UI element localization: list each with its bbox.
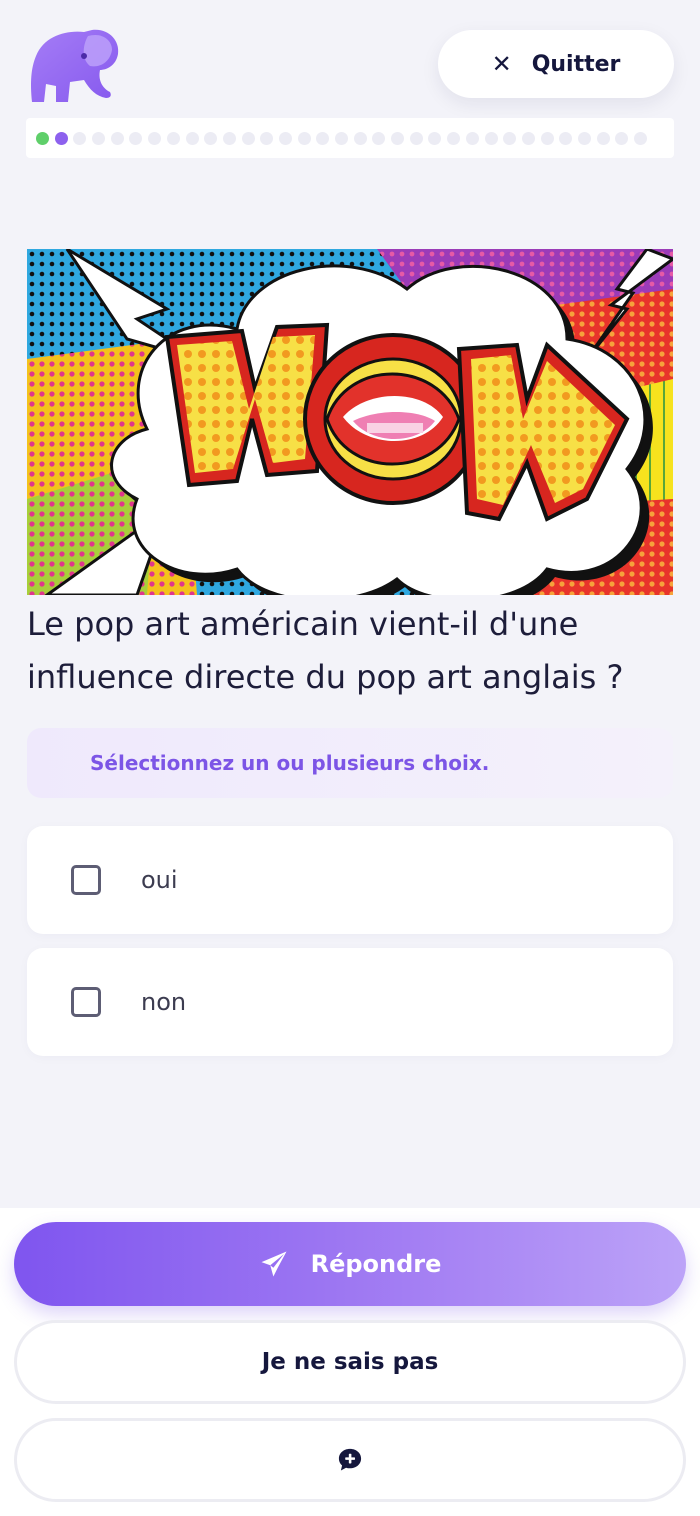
answer-option-label: non: [141, 988, 187, 1016]
add-comment-button[interactable]: [14, 1418, 686, 1502]
comment-add-icon: [338, 1448, 362, 1471]
progress-dot: [353, 131, 367, 145]
progress-dot: [92, 131, 106, 145]
progress-dot: [540, 131, 554, 145]
progress-dot: [166, 131, 180, 145]
answer-option-label: oui: [141, 866, 178, 894]
question-text: Le pop art américain vient-il d'une infl…: [27, 605, 624, 696]
elephant-logo-icon: [31, 29, 119, 102]
progress-dot: [372, 131, 386, 145]
progress-dot-done: [36, 131, 49, 145]
answer-button-label: Répondre: [310, 1250, 442, 1278]
progress-dot: [484, 131, 498, 145]
progress-dot: [73, 131, 87, 145]
answer-button[interactable]: Répondre: [14, 1222, 686, 1306]
question-image: [27, 249, 673, 595]
progress-dot: [129, 131, 143, 145]
checkbox[interactable]: [71, 865, 101, 895]
progress-dot: [316, 131, 330, 145]
progress-dot: [185, 131, 199, 145]
progress-dot: [447, 131, 461, 145]
progress-bar: [26, 118, 674, 158]
answer-option-non[interactable]: non: [27, 948, 673, 1056]
selection-hint: Sélectionnez un ou plusieurs choix.: [27, 728, 673, 798]
progress-dot: [260, 131, 274, 145]
quit-button[interactable]: ✕ Quitter: [438, 30, 674, 98]
progress-dot: [559, 131, 573, 145]
progress-dot: [409, 131, 423, 145]
progress-dot: [110, 131, 124, 145]
dont-know-button[interactable]: Je ne sais pas: [14, 1320, 686, 1404]
progress-dot: [577, 131, 591, 145]
progress-dot: [503, 131, 517, 145]
progress-dot: [278, 131, 292, 145]
progress-dot: [521, 131, 535, 145]
close-icon: ✕: [491, 50, 512, 78]
progress-dot: [391, 131, 405, 145]
progress-dot: [297, 131, 311, 145]
progress-dot: [596, 131, 610, 145]
progress-dot: [634, 131, 647, 145]
checkbox[interactable]: [71, 987, 101, 1017]
progress-dot: [204, 131, 218, 145]
progress-dot: [241, 131, 255, 145]
progress-dot-current: [54, 131, 68, 145]
progress-dot: [222, 131, 236, 145]
quit-button-label: Quitter: [531, 51, 621, 77]
paper-plane-icon: [261, 1251, 287, 1277]
progress-dot: [428, 131, 442, 145]
answer-option-oui[interactable]: oui: [27, 826, 673, 934]
progress-dot: [335, 131, 348, 145]
header: ✕ Quitter: [0, 0, 700, 170]
dont-know-button-label: Je ne sais pas: [261, 1349, 439, 1375]
progress-dot: [615, 131, 629, 145]
progress-dot: [465, 131, 479, 145]
progress-dot: [148, 131, 162, 145]
